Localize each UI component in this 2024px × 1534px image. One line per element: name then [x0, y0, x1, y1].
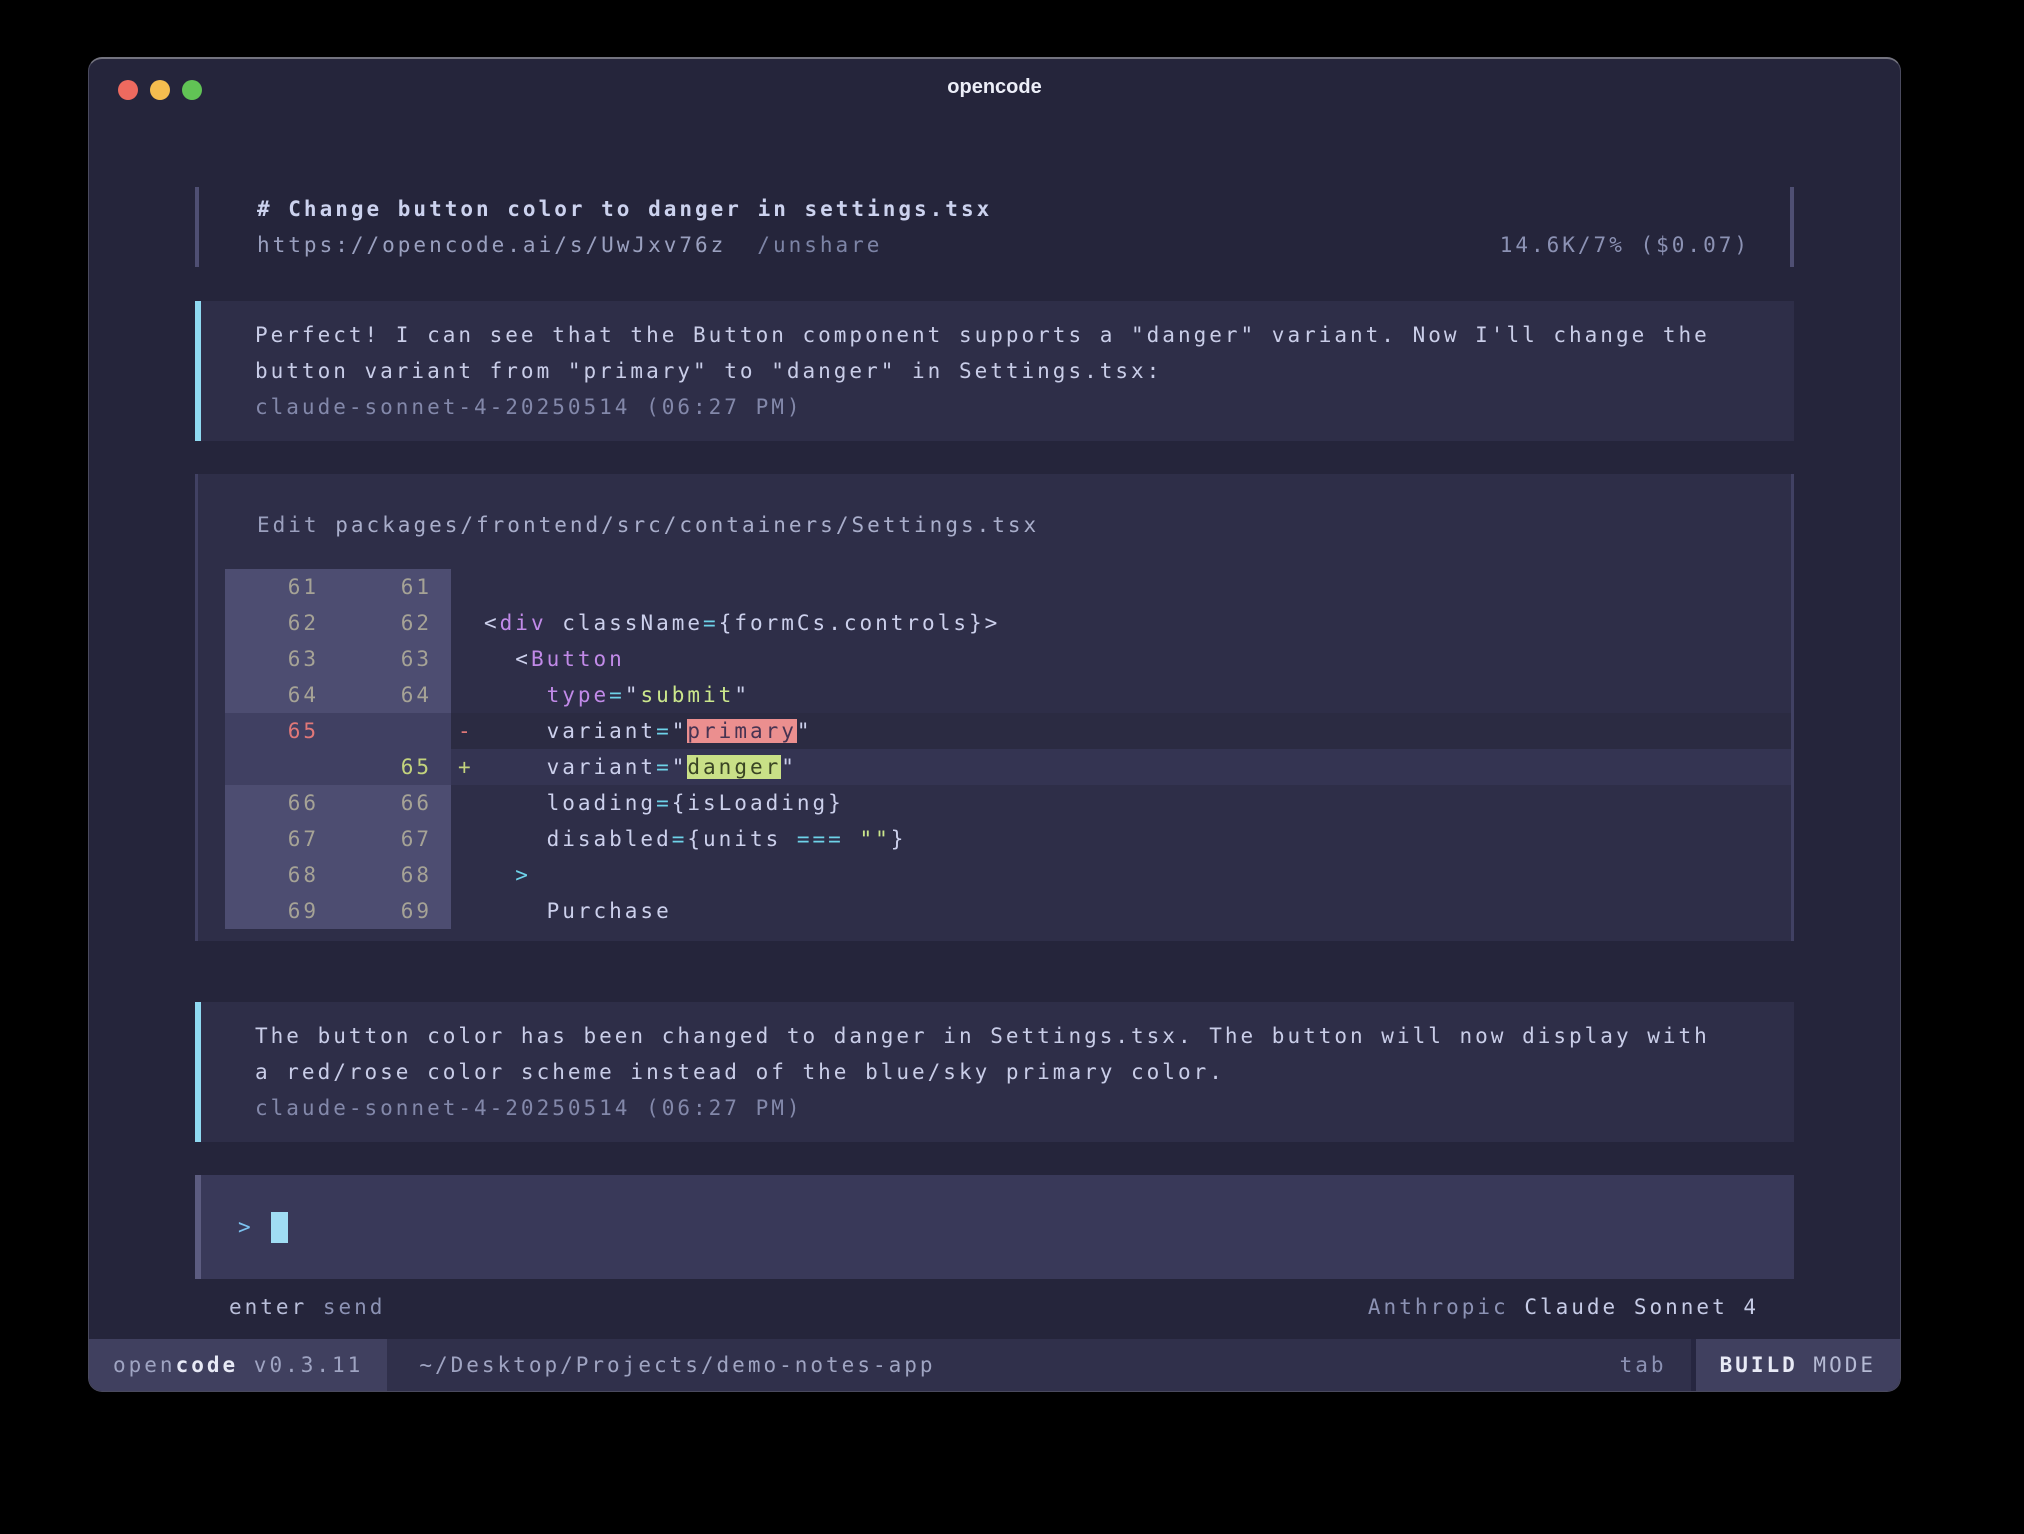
diff-sign — [451, 605, 484, 641]
tool-action-label: Edit — [257, 513, 320, 537]
edited-file-path: packages/frontend/src/containers/Setting… — [335, 513, 1039, 537]
new-line-number: 64 — [338, 677, 451, 713]
diff-code-line: <div className={formCs.controls}> — [484, 605, 1791, 641]
session-content: # Change button color to danger in setti… — [89, 187, 1900, 1325]
message-meta: claude-sonnet-4-20250514 (06:27 PM) — [255, 389, 1754, 425]
app-window: opencode # Change button color to danger… — [88, 57, 1901, 1392]
diff-code-line: disabled={units === ""} — [484, 821, 1791, 857]
diff-sign — [451, 641, 484, 677]
status-bar: opencode v0.3.11 ~/Desktop/Projects/demo… — [89, 1339, 1900, 1391]
model-indicator: Anthropic Claude Sonnet 4 — [1368, 1289, 1759, 1325]
app-name-bold: code — [176, 1347, 239, 1383]
token-usage-counter: 14.6K/7% ($0.07) — [1500, 227, 1750, 263]
session-header: # Change button color to danger in setti… — [195, 187, 1794, 267]
prompt-chevron: > — [238, 1209, 254, 1245]
old-line-number: 67 — [225, 821, 338, 857]
assistant-message: The button color has been changed to dan… — [195, 1002, 1794, 1142]
titlebar: opencode — [89, 59, 1900, 115]
message-line: a red/rose color scheme instead of the b… — [255, 1054, 1754, 1090]
new-line-number: 67 — [338, 821, 451, 857]
edit-tool-block: Edit packages/frontend/src/containers/Se… — [195, 474, 1794, 941]
old-line-number: 61 — [225, 569, 338, 605]
mode-badge: BUILD MODE — [1696, 1339, 1900, 1391]
assistant-message: Perfect! I can see that the Button compo… — [195, 301, 1794, 441]
send-hint: enter send — [229, 1289, 385, 1325]
diff-row: 6262 <div className={formCs.controls}> — [225, 605, 1791, 641]
new-line-number: 62 — [338, 605, 451, 641]
diff-sign — [451, 893, 484, 929]
diff-code-line: <Button — [484, 641, 1791, 677]
tab-keybind-hint: tab — [1620, 1339, 1691, 1391]
working-directory: ~/Desktop/Projects/demo-notes-app — [387, 1339, 935, 1391]
app-name-light: open — [113, 1347, 176, 1383]
diff-row: 65+ variant="danger" — [225, 749, 1791, 785]
app-version-chip: opencode v0.3.11 — [89, 1339, 387, 1391]
new-line-number: 68 — [338, 857, 451, 893]
diff-sign: + — [451, 749, 484, 785]
app-version: v0.3.11 — [238, 1347, 363, 1383]
window-title: opencode — [89, 59, 1900, 115]
message-meta: claude-sonnet-4-20250514 (06:27 PM) — [255, 1090, 1754, 1126]
model-name: Claude Sonnet 4 — [1509, 1295, 1759, 1319]
mode-suffix: MODE — [1798, 1347, 1876, 1383]
diff-row: 6161 — [225, 569, 1791, 605]
diff-code-line: Purchase — [484, 893, 1791, 929]
diff-row: 6868 > — [225, 857, 1791, 893]
diff-row: 6767 disabled={units === ""} — [225, 821, 1791, 857]
diff-row: 6363 <Button — [225, 641, 1791, 677]
old-line-number: 65 — [225, 713, 338, 749]
share-url-link[interactable]: https://opencode.ai/s/UwJxv76z — [257, 227, 726, 263]
diff-row: 6666 loading={isLoading} — [225, 785, 1791, 821]
old-line-number — [225, 749, 338, 785]
session-subheader: https://opencode.ai/s/UwJxv76z /unshare … — [257, 227, 1750, 263]
new-line-number: 63 — [338, 641, 451, 677]
diff-sign: - — [451, 713, 484, 749]
message-line: Perfect! I can see that the Button compo… — [255, 317, 1754, 353]
diff-view: 61616262 <div className={formCs.controls}… — [225, 569, 1791, 929]
diff-code-line: variant="primary" — [484, 713, 1791, 749]
old-line-number: 64 — [225, 677, 338, 713]
old-line-number: 66 — [225, 785, 338, 821]
diff-row: 6969 Purchase — [225, 893, 1791, 929]
old-line-number: 69 — [225, 893, 338, 929]
text-cursor — [271, 1212, 288, 1243]
message-text: Perfect! I can see that the Button compo… — [255, 317, 1754, 389]
edit-tool-header: Edit packages/frontend/src/containers/Se… — [198, 507, 1791, 543]
diff-row: 65 - variant="primary" — [225, 713, 1791, 749]
provider-name: Anthropic — [1368, 1295, 1509, 1319]
diff-code-line — [484, 569, 1791, 605]
old-line-number: 63 — [225, 641, 338, 677]
new-line-number: 69 — [338, 893, 451, 929]
new-line-number — [338, 713, 451, 749]
status-bar-right: tab BUILD MODE — [1620, 1339, 1900, 1391]
new-line-number: 61 — [338, 569, 451, 605]
old-line-number: 68 — [225, 857, 338, 893]
diff-code-line: variant="danger" — [484, 749, 1791, 785]
message-text: The button color has been changed to dan… — [255, 1018, 1754, 1090]
diff-code-line: type="submit" — [484, 677, 1791, 713]
new-line-number: 65 — [338, 749, 451, 785]
message-line: The button color has been changed to dan… — [255, 1018, 1754, 1054]
mode-name: BUILD — [1720, 1347, 1798, 1383]
diff-row: 6464 type="submit" — [225, 677, 1791, 713]
diff-sign — [451, 821, 484, 857]
unshare-command[interactable]: /unshare — [757, 227, 882, 263]
new-line-number: 66 — [338, 785, 451, 821]
diff-sign — [451, 785, 484, 821]
diff-code-line: > — [484, 857, 1791, 893]
diff-sign — [451, 857, 484, 893]
enter-key-hint: enter — [229, 1295, 307, 1319]
message-line: button variant from "primary" to "danger… — [255, 353, 1754, 389]
prompt-input[interactable]: > — [195, 1175, 1794, 1279]
old-line-number: 62 — [225, 605, 338, 641]
diff-sign — [451, 569, 484, 605]
diff-code-line: loading={isLoading} — [484, 785, 1791, 821]
hint-row: enter send Anthropic Claude Sonnet 4 — [195, 1289, 1794, 1325]
diff-sign — [451, 677, 484, 713]
session-title: # Change button color to danger in setti… — [257, 191, 1750, 227]
